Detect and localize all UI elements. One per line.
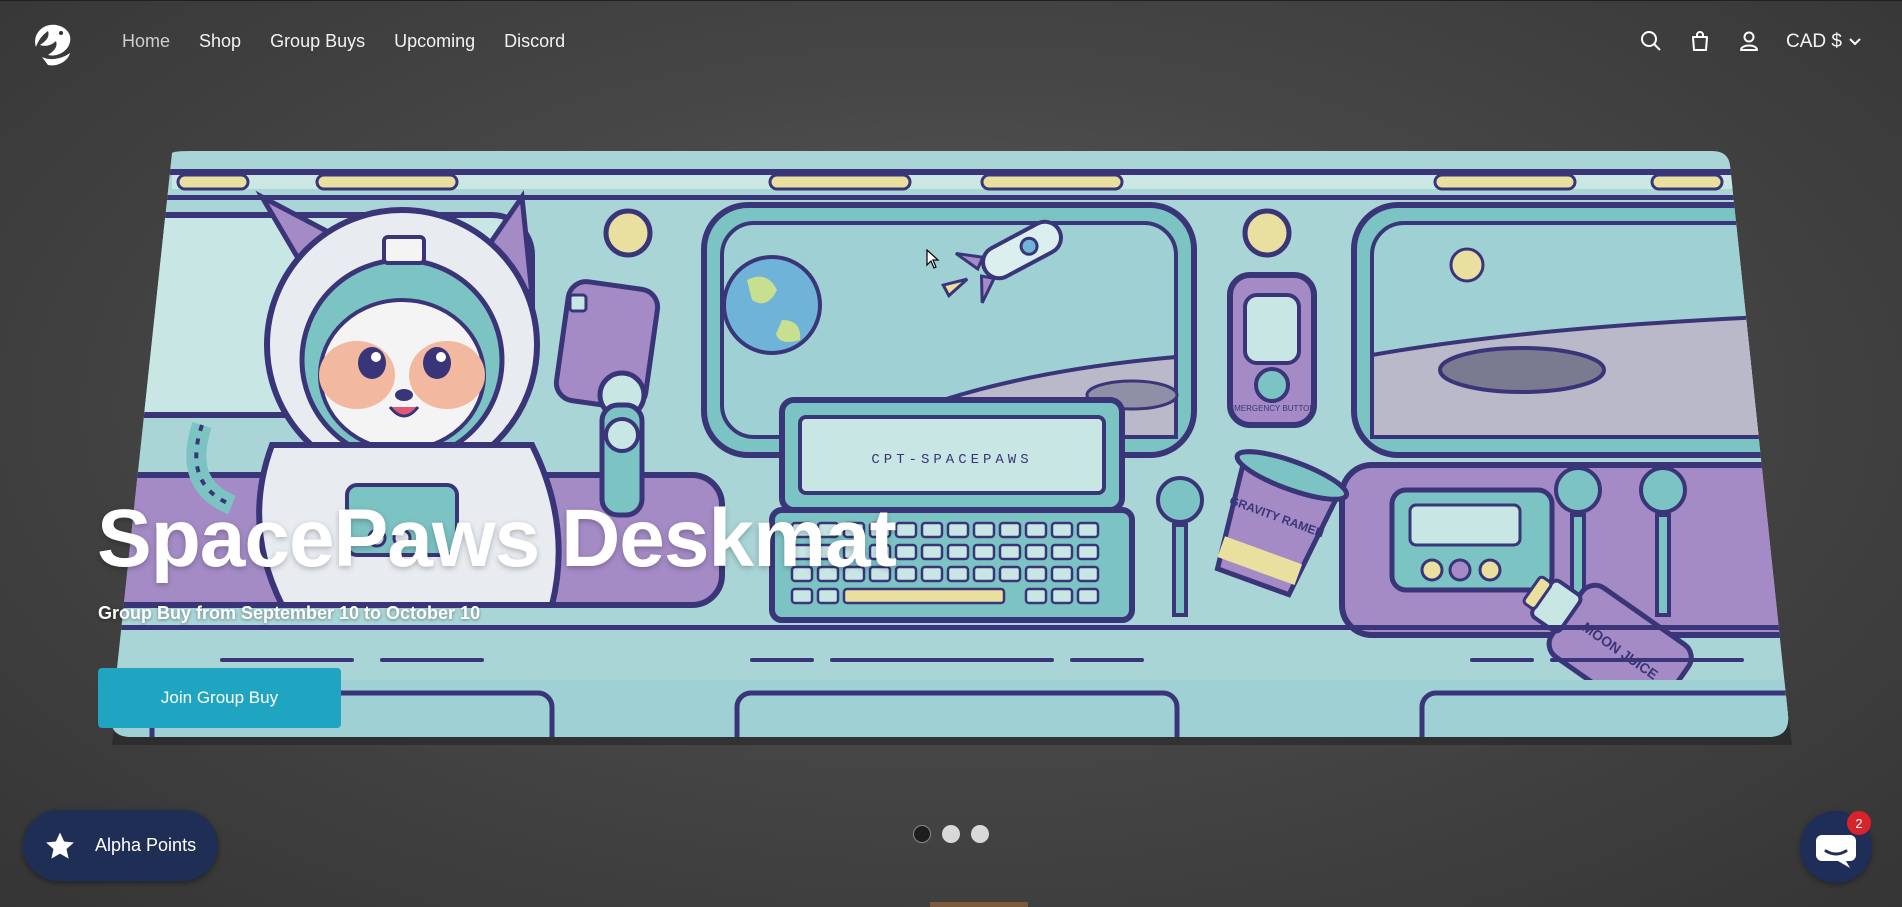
join-group-buy-button[interactable]: Join Group Buy bbox=[98, 668, 341, 728]
search-icon[interactable] bbox=[1639, 29, 1665, 55]
emergency-button-text: EMERGENCY BUTTON bbox=[1229, 404, 1316, 413]
nav-discord[interactable]: Discord bbox=[504, 31, 565, 52]
mat-screen-text: CPT-SPACEPAWS bbox=[871, 452, 1032, 468]
nav-shop[interactable]: Shop bbox=[199, 31, 241, 52]
account-icon[interactable] bbox=[1737, 29, 1763, 55]
slider-pagination bbox=[913, 825, 989, 843]
currency-selector[interactable]: CAD $ bbox=[1786, 31, 1862, 53]
logo-icon[interactable] bbox=[28, 17, 78, 69]
nav-home[interactable]: Home bbox=[122, 31, 170, 52]
chevron-down-icon bbox=[1849, 38, 1861, 46]
slide-dot-1[interactable] bbox=[913, 825, 931, 843]
nav-group-buys[interactable]: Group Buys bbox=[270, 31, 365, 52]
currency-label: CAD $ bbox=[1786, 31, 1842, 52]
hero-subtitle: Group Buy from September 10 to October 1… bbox=[98, 603, 481, 623]
header-actions: CAD $ bbox=[1639, 29, 1902, 55]
alpha-points-label: Alpha Points bbox=[95, 835, 197, 855]
chat-unread-badge: 2 bbox=[1847, 811, 1871, 835]
hero-title: SpacePaws Deskmat bbox=[97, 493, 897, 584]
star-icon bbox=[46, 832, 74, 859]
nav-upcoming[interactable]: Upcoming bbox=[394, 31, 475, 52]
mouse-cursor-icon bbox=[926, 249, 940, 269]
alpha-points-button[interactable]: Alpha Points bbox=[23, 810, 218, 881]
site-header: Home Shop Group Buys Upcoming Discord CA… bbox=[0, 0, 1902, 86]
cart-icon[interactable] bbox=[1688, 29, 1714, 55]
hero-deskmat-image: CPT-SPACEPAWS EMERGENCY BUTTON GRAVITY R… bbox=[92, 145, 1792, 745]
slide-dot-3[interactable] bbox=[971, 825, 989, 843]
main-nav: Home Shop Group Buys Upcoming Discord bbox=[122, 31, 594, 52]
slide-dot-2[interactable] bbox=[942, 825, 960, 843]
next-section-peek bbox=[930, 902, 1028, 907]
